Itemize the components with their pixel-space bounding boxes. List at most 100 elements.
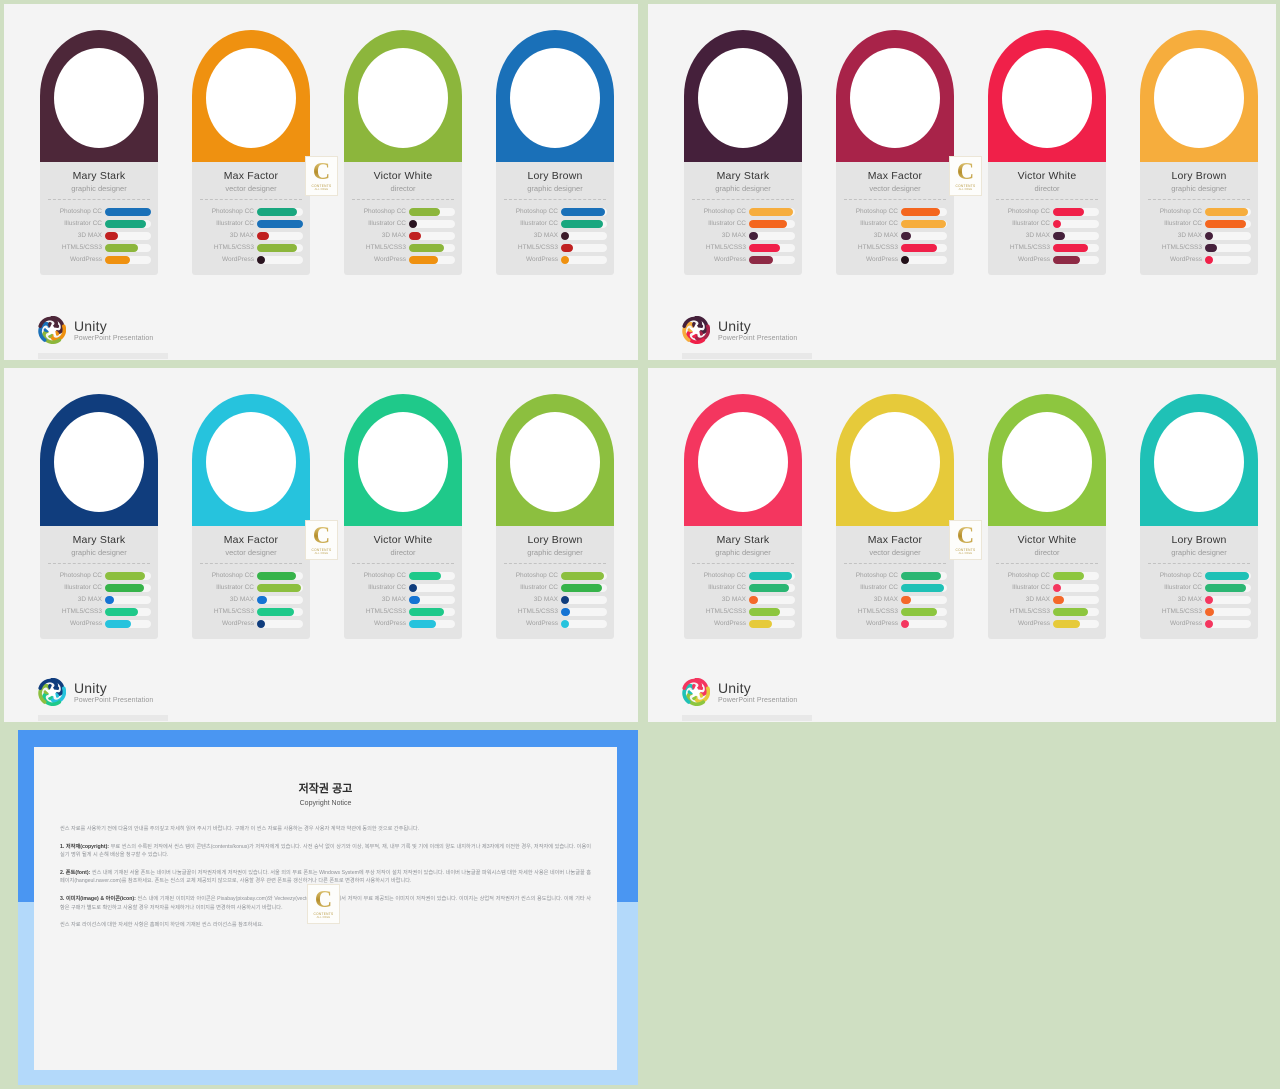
copyright-section-3-heading: 3. 이미지(image) & 아이콘(icon): — [60, 895, 136, 902]
brand-subtitle: PowerPoint Presentation — [74, 696, 154, 704]
skill-track — [257, 207, 303, 216]
skill-row: WordPress — [351, 254, 455, 265]
team-card-row: Mary Stark graphic designer Photoshop CC… — [4, 4, 638, 294]
skill-list: Photoshop CC Illustrator CC 3D MAX HTML5… — [47, 570, 151, 629]
skill-fill — [1053, 219, 1061, 228]
person-role: vector designer — [225, 548, 277, 557]
team-card[interactable]: Max Factor vector designer Photoshop CC … — [192, 30, 310, 275]
brand-text: Unity PowerPoint Presentation — [718, 319, 797, 342]
team-card-body: Mary Stark graphic designer Photoshop CC… — [684, 526, 802, 639]
skill-row: Photoshop CC — [47, 570, 151, 581]
card-divider — [200, 199, 302, 200]
team-card[interactable]: Max Factor vector designer Photoshop CC … — [192, 394, 310, 639]
skill-track — [1205, 231, 1251, 240]
team-card[interactable]: Victor White director Photoshop CC Illus… — [988, 394, 1106, 639]
skill-row: Illustrator CC — [503, 582, 607, 593]
team-card[interactable]: Mary Stark graphic designer Photoshop CC… — [684, 30, 802, 275]
skill-track — [105, 571, 151, 580]
team-card[interactable]: Lory Brown graphic designer Photoshop CC… — [496, 394, 614, 639]
unity-brand-lockup: Unity PowerPoint Presentation — [38, 678, 153, 706]
skill-fill — [1205, 607, 1215, 616]
team-card-row: Mary Stark graphic designer Photoshop CC… — [4, 368, 638, 658]
person-name: Mary Stark — [716, 170, 770, 182]
skill-row: HTML5/CSS3 — [843, 606, 947, 617]
card-divider — [692, 199, 794, 200]
team-card[interactable]: Victor White director Photoshop CC Illus… — [988, 30, 1106, 275]
watermark-line2: ALL FREE — [314, 552, 329, 555]
skill-row: HTML5/CSS3 — [995, 242, 1099, 253]
person-name: Victor White — [1017, 170, 1077, 182]
team-card[interactable]: Max Factor vector designer Photoshop CC … — [836, 394, 954, 639]
team-slide-cool-mixed[interactable]: Mary Stark graphic designer Photoshop CC… — [4, 4, 638, 360]
skill-list: Photoshop CC Illustrator CC 3D MAX HTML5… — [1147, 570, 1251, 629]
skill-fill — [409, 243, 444, 252]
skill-label: 3D MAX — [1177, 232, 1202, 239]
skill-track — [1205, 243, 1251, 252]
skill-fill — [749, 607, 781, 616]
skill-track — [1205, 607, 1251, 616]
team-card[interactable]: Mary Stark graphic designer Photoshop CC… — [684, 394, 802, 639]
avatar-photo-placeholder — [698, 48, 788, 148]
skill-track — [901, 571, 947, 580]
watermark-letter-c: C — [314, 887, 333, 913]
skill-track — [257, 255, 303, 264]
skill-list: Photoshop CC Illustrator CC 3D MAX HTML5… — [351, 206, 455, 265]
card-divider — [844, 563, 946, 564]
skill-row: WordPress — [843, 618, 947, 629]
skill-label: Photoshop CC — [1159, 208, 1202, 215]
avatar-photo-placeholder — [358, 412, 448, 512]
skill-row: WordPress — [199, 618, 303, 629]
skill-track — [105, 207, 151, 216]
skill-row: Photoshop CC — [199, 206, 303, 217]
skill-label: Illustrator CC — [708, 220, 746, 227]
team-card-body: Victor White director Photoshop CC Illus… — [988, 162, 1106, 275]
team-card[interactable]: Lory Brown graphic designer Photoshop CC… — [496, 30, 614, 275]
skill-row: Illustrator CC — [691, 582, 795, 593]
team-card-body: Victor White director Photoshop CC Illus… — [344, 162, 462, 275]
skill-fill — [409, 207, 441, 216]
avatar-photo-placeholder — [206, 48, 296, 148]
skill-track — [409, 207, 455, 216]
team-slide-warm[interactable]: Mary Stark graphic designer Photoshop CC… — [648, 4, 1276, 360]
skill-fill — [1053, 207, 1085, 216]
team-slide-blue-green[interactable]: Mary Stark graphic designer Photoshop CC… — [4, 368, 638, 722]
team-card[interactable]: Victor White director Photoshop CC Illus… — [344, 394, 462, 639]
team-card[interactable]: Lory Brown graphic designer Photoshop CC… — [1140, 394, 1258, 639]
skill-track — [749, 619, 795, 628]
skill-fill — [105, 243, 139, 252]
team-card[interactable]: Lory Brown graphic designer Photoshop CC… — [1140, 30, 1258, 275]
slide-thumbnail-copyright[interactable]: 저작권 공고 Copyright Notice 씬스 자료를 사용하기 전에 다… — [4, 730, 638, 1085]
avatar-arch — [192, 394, 310, 526]
team-slide-pink-yellow[interactable]: Mary Stark graphic designer Photoshop CC… — [648, 368, 1276, 722]
skill-track — [257, 619, 303, 628]
skill-label: HTML5/CSS3 — [213, 608, 254, 615]
skill-fill — [409, 571, 442, 580]
copyright-subtitle: Copyright Notice — [299, 800, 352, 807]
skill-fill — [257, 231, 269, 240]
team-card[interactable]: Mary Stark graphic designer Photoshop CC… — [40, 30, 158, 275]
avatar-arch — [684, 394, 802, 526]
team-card[interactable]: Victor White director Photoshop CC Illus… — [344, 30, 462, 275]
skill-row: HTML5/CSS3 — [503, 242, 607, 253]
skill-label: Illustrator CC — [520, 220, 558, 227]
presentation-thumbnail-grid: Mary Stark graphic designer Photoshop CC… — [0, 0, 1280, 1089]
skill-list: Photoshop CC Illustrator CC 3D MAX HTML5… — [199, 206, 303, 265]
team-card-body: Max Factor vector designer Photoshop CC … — [836, 526, 954, 639]
team-card[interactable]: Max Factor vector designer Photoshop CC … — [836, 30, 954, 275]
skill-label: Illustrator CC — [708, 584, 746, 591]
watermark-letter-c: C — [956, 523, 975, 549]
person-name: Victor White — [373, 170, 433, 182]
copyright-section-2-text: 씬스 내에 기재된 서울 폰트는 네이버 나눔글꼴이 저작권자에게 저작권이 있… — [60, 869, 591, 885]
skill-label: WordPress — [865, 620, 898, 627]
skill-fill — [749, 583, 790, 592]
skill-label: HTML5/CSS3 — [365, 244, 406, 251]
skill-label: 3D MAX — [229, 596, 254, 603]
skill-track — [1053, 243, 1099, 252]
skill-row: HTML5/CSS3 — [199, 606, 303, 617]
team-card-row: Mary Stark graphic designer Photoshop CC… — [648, 4, 1276, 294]
skill-row: 3D MAX — [1147, 230, 1251, 241]
watermark-letter-c: C — [956, 159, 975, 185]
team-card[interactable]: Mary Stark graphic designer Photoshop CC… — [40, 394, 158, 639]
skill-label: Photoshop CC — [1159, 572, 1202, 579]
avatar-arch — [988, 394, 1106, 526]
